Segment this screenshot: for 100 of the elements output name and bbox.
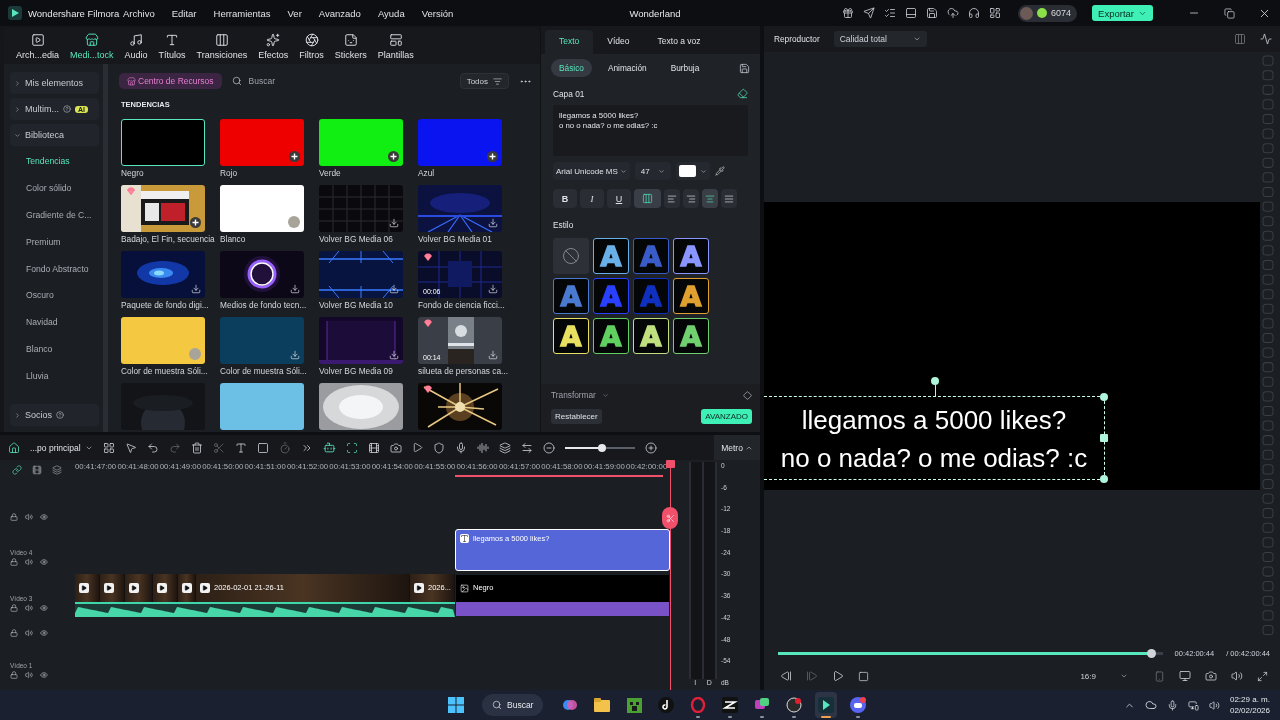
grid-icon[interactable] <box>102 441 115 454</box>
speaker-icon[interactable] <box>25 629 33 637</box>
microphone-icon[interactable] <box>454 441 467 454</box>
color-picker[interactable] <box>675 162 710 180</box>
crop-icon[interactable] <box>256 441 269 454</box>
lock-icon[interactable] <box>10 671 18 679</box>
sidebar-item[interactable]: Lluvia <box>10 362 99 390</box>
volume-icon[interactable] <box>1208 699 1220 711</box>
aspect-ratio-dropdown[interactable]: 16:9 <box>1080 671 1128 681</box>
scan-icon[interactable] <box>345 441 358 454</box>
zoom-slider[interactable] <box>564 446 635 449</box>
add-icon[interactable] <box>289 151 300 162</box>
folder-icon[interactable] <box>594 698 611 712</box>
gift-icon[interactable] <box>842 7 855 19</box>
playback-progress[interactable] <box>778 651 1163 655</box>
play-icon[interactable] <box>411 442 423 453</box>
video-clip[interactable] <box>153 573 178 602</box>
windows-logo-icon[interactable] <box>448 697 464 713</box>
sidebar-item[interactable]: Premium <box>10 228 99 256</box>
lock-icon[interactable] <box>10 604 18 612</box>
style-preset[interactable]: A <box>593 318 629 354</box>
eye-icon[interactable] <box>40 513 48 521</box>
align-justify-button[interactable] <box>721 189 737 208</box>
add-icon[interactable] <box>487 151 498 162</box>
resource-center-button[interactable]: Centro de Recursos <box>119 73 222 89</box>
headset-icon[interactable] <box>968 7 981 19</box>
split-handle[interactable] <box>662 507 678 529</box>
robot-icon[interactable] <box>322 441 336 454</box>
reset-button[interactable]: Restablecer <box>551 409 602 424</box>
ring-app-icon[interactable] <box>690 697 707 713</box>
layout-icon[interactable] <box>905 7 918 19</box>
media-thumbnail[interactable] <box>220 317 304 364</box>
media-tab[interactable]: Stickers <box>334 32 367 60</box>
sidebar-group[interactable]: Biblioteca <box>10 124 99 146</box>
menu-item[interactable]: Versión <box>421 7 454 19</box>
text-selection-box[interactable]: llegamos a 5000 likes? no o nada? o me odias? :c <box>764 396 1105 480</box>
style-preset[interactable]: A <box>593 238 629 274</box>
download-icon[interactable] <box>389 350 399 360</box>
size-dropdown[interactable]: 47 <box>634 162 671 180</box>
lock-icon[interactable] <box>10 629 18 637</box>
download-icon[interactable] <box>488 284 498 294</box>
scissors-icon[interactable] <box>212 441 225 454</box>
style-preset[interactable]: A <box>553 318 589 354</box>
rotation-handle[interactable] <box>931 377 939 396</box>
sidebar-item[interactable]: Navidad <box>10 308 99 336</box>
link-icon[interactable] <box>12 465 22 475</box>
menu-item[interactable]: Ver <box>287 7 302 19</box>
speaker-icon[interactable] <box>25 558 33 566</box>
transform-section[interactable]: Transformar <box>551 390 609 400</box>
layers-icon[interactable] <box>498 441 511 454</box>
media-tab[interactable]: Plantillas <box>377 32 414 60</box>
download-icon[interactable] <box>389 284 399 294</box>
style-preset[interactable] <box>553 238 589 274</box>
underline-button[interactable]: U <box>607 189 631 208</box>
home-icon[interactable] <box>8 441 20 454</box>
speaker-icon[interactable] <box>25 604 33 612</box>
bold-button[interactable]: B <box>553 189 577 208</box>
advanced-button[interactable]: AVANZADO <box>701 409 752 424</box>
timer-icon[interactable] <box>278 441 291 454</box>
resize-handle[interactable] <box>1100 434 1108 442</box>
blocks-app-icon[interactable] <box>626 697 642 713</box>
sidebar-group[interactable]: Mis elementos <box>10 72 99 94</box>
list-icon[interactable] <box>884 7 897 19</box>
menu-item[interactable]: Archivo <box>123 7 155 19</box>
panel-tab[interactable]: Vídeo <box>593 30 644 54</box>
menu-item[interactable]: Avanzado <box>318 7 361 19</box>
swirl-app-icon[interactable] <box>562 697 579 713</box>
style-preset[interactable]: A <box>633 318 669 354</box>
panel-tab[interactable]: Texto a voz <box>643 30 715 54</box>
eraser-icon[interactable] <box>737 88 748 99</box>
text-icon[interactable] <box>234 441 247 454</box>
film-icon[interactable] <box>367 441 380 454</box>
vertical-button[interactable] <box>634 189 661 208</box>
add-icon[interactable] <box>388 151 399 162</box>
microphone-icon[interactable] <box>1166 699 1178 711</box>
playhead[interactable] <box>666 460 675 690</box>
video-clip[interactable] <box>178 573 196 602</box>
monitor-icon[interactable] <box>1179 670 1191 682</box>
fullscreen-icon[interactable] <box>1257 670 1268 682</box>
play-icon[interactable] <box>832 670 844 682</box>
media-thumbnail[interactable] <box>121 119 205 166</box>
shield-icon[interactable] <box>432 441 445 454</box>
redo-icon[interactable] <box>168 441 181 454</box>
sidebar-item[interactable]: Gradiente de C... <box>10 201 99 229</box>
eye-icon[interactable] <box>40 558 48 566</box>
align-left-button[interactable] <box>664 189 680 208</box>
filter-button[interactable]: Todos <box>459 73 509 89</box>
volume-icon[interactable] <box>1231 670 1243 682</box>
font-dropdown[interactable]: Arial Unicode MS <box>553 162 630 180</box>
gamepad-app-icon[interactable] <box>850 697 867 713</box>
download-icon[interactable] <box>488 350 498 360</box>
menu-item[interactable]: Ayuda <box>377 7 405 19</box>
media-thumbnail[interactable] <box>319 119 403 166</box>
style-preset[interactable]: A <box>673 318 709 354</box>
compare-icon[interactable] <box>1234 33 1246 45</box>
cloud-upload-icon[interactable] <box>947 7 960 19</box>
network-icon[interactable] <box>1187 699 1199 711</box>
download-icon[interactable] <box>389 218 399 228</box>
download-icon[interactable] <box>488 218 498 228</box>
music-note-app-icon[interactable] <box>658 697 675 713</box>
